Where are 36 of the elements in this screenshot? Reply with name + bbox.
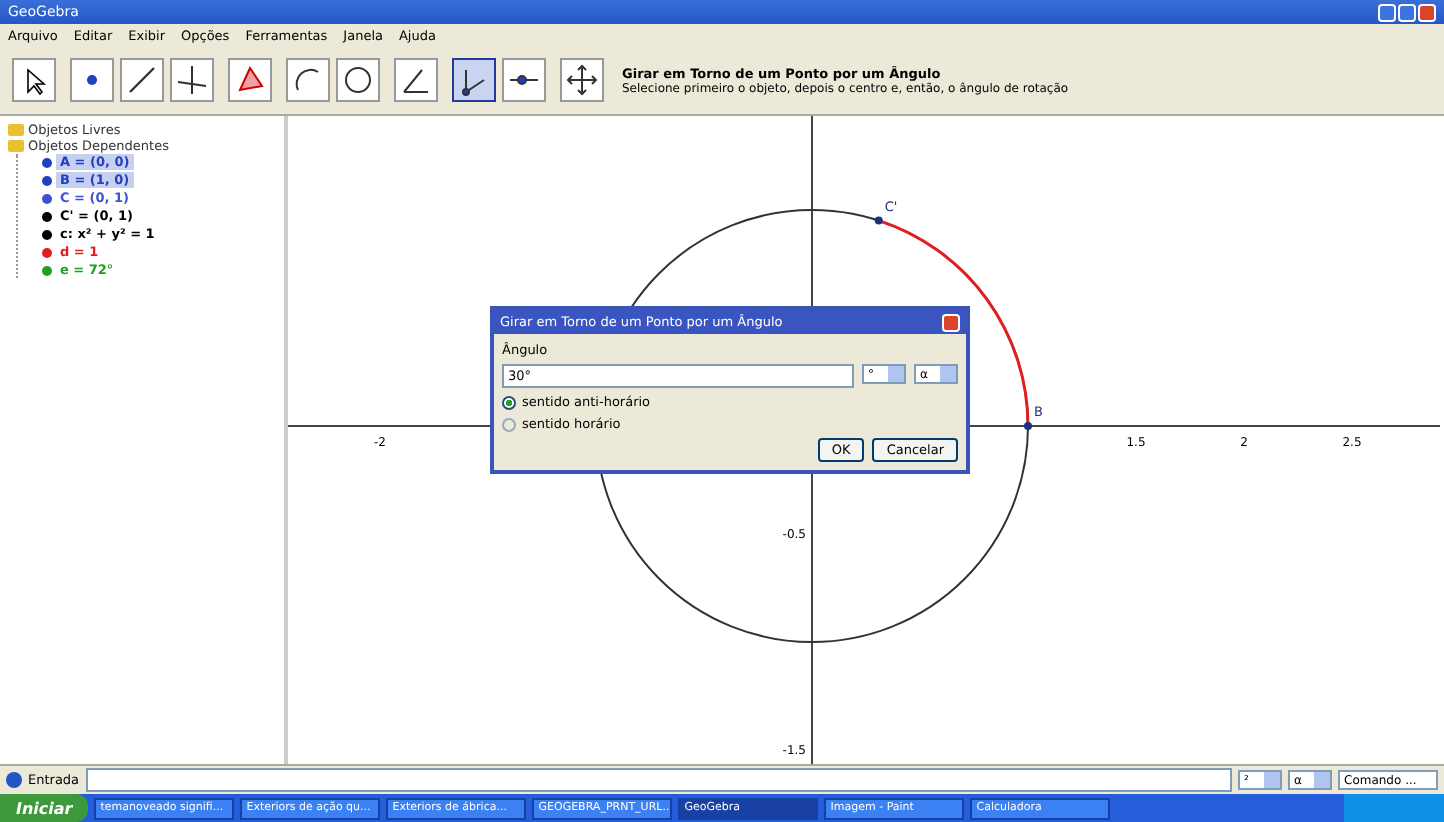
object-dot-icon[interactable] — [42, 265, 52, 275]
input-field[interactable] — [85, 768, 1232, 792]
help-icon[interactable] — [6, 772, 22, 788]
polygon-tool[interactable] — [228, 58, 272, 102]
line-icon — [124, 62, 160, 98]
perpendicular-icon — [174, 62, 210, 98]
radio-button[interactable] — [502, 395, 516, 409]
move-icon — [564, 62, 600, 98]
circle-tool[interactable] — [336, 58, 380, 102]
slider-icon — [508, 74, 540, 86]
slider-tool[interactable] — [502, 58, 546, 102]
object-dot-icon[interactable] — [42, 229, 52, 239]
point — [1024, 422, 1032, 430]
minimize-button[interactable] — [1378, 3, 1396, 21]
radio-button[interactable] — [502, 417, 516, 431]
circle-icon — [340, 62, 376, 98]
system-tray — [1344, 794, 1444, 822]
point-icon — [86, 74, 98, 86]
perpendicular-tool[interactable] — [170, 58, 214, 102]
angle-tool[interactable] — [394, 58, 438, 102]
point-tool[interactable] — [70, 58, 114, 102]
move-tool[interactable] — [560, 58, 604, 102]
object-dot-icon[interactable] — [42, 157, 52, 167]
rotate-tool[interactable] — [452, 58, 496, 102]
start-button[interactable]: Iniciar — [0, 794, 89, 822]
close-button[interactable] — [1418, 3, 1436, 21]
object-dot-icon[interactable] — [42, 175, 52, 185]
close-button[interactable] — [942, 313, 960, 331]
line-tool[interactable] — [120, 58, 164, 102]
arc-tool[interactable] — [286, 58, 330, 102]
point — [874, 216, 883, 225]
object-dot-icon[interactable] — [42, 193, 52, 203]
object-dot-icon[interactable] — [42, 247, 52, 257]
maximize-button[interactable] — [1398, 3, 1416, 21]
pointer-tool[interactable] — [12, 58, 56, 102]
object-dot-icon[interactable] — [42, 211, 52, 221]
